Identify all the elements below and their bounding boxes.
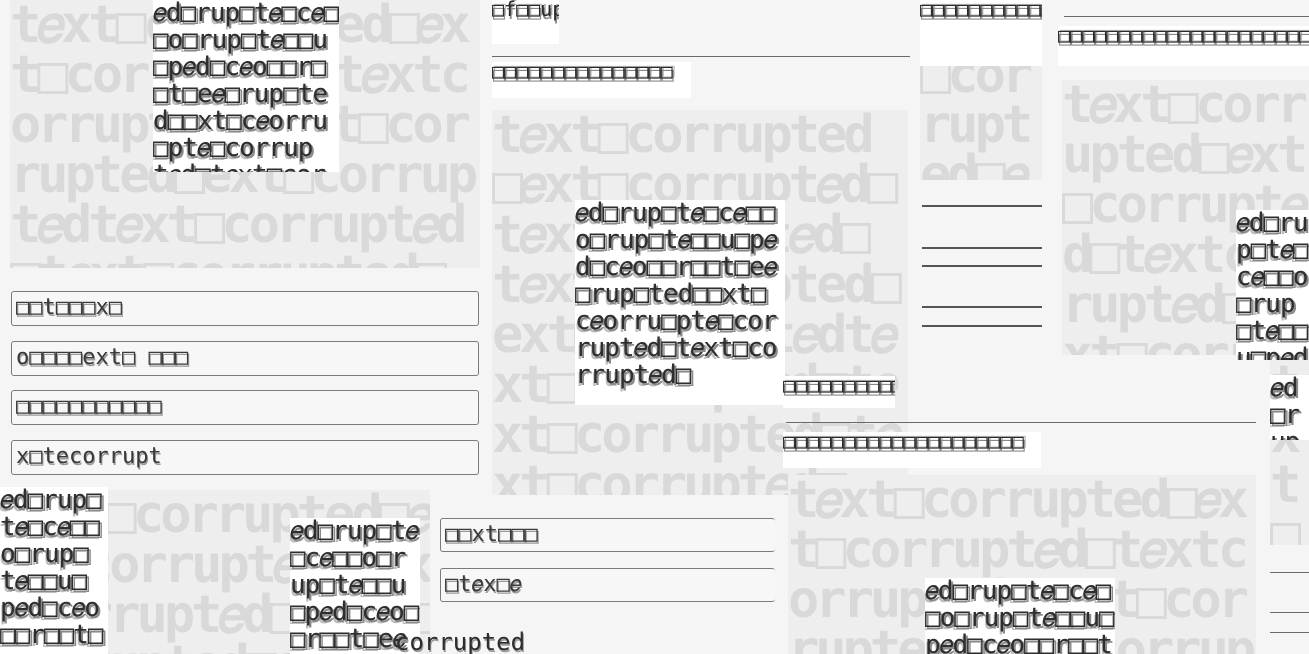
divider-top-right xyxy=(1064,16,1309,17)
rule-4 xyxy=(922,306,1042,308)
glyph-block-top-left: 𝑒d□rup□t𝑒□c𝑒□□o□rup□t𝑒□□u□p𝑒d□c𝑒o□□r□□t□… xyxy=(153,0,339,172)
divider-center-right xyxy=(786,422,1256,423)
garbled-field-4[interactable]: x□tecorrupt xyxy=(11,440,479,475)
glyph-block-bottom-right: 𝑒d□rup□t𝑒□c𝑒□□o□rup□t𝑒□□u□p𝑒d□c𝑒o□□r□□t□… xyxy=(925,578,1115,654)
garbled-strip-top-right-b: □□□□□□□□□□□□□□□□□□□□□□□□ xyxy=(1058,26,1309,66)
rule-5 xyxy=(922,325,1042,327)
rule-1 xyxy=(922,205,1042,207)
rule-far-right-1 xyxy=(1270,572,1309,573)
rule-far-right-2 xyxy=(1270,612,1309,613)
garbled-field-2[interactable]: o□□□□ext□ □□□ xyxy=(11,341,479,376)
garbled-strip-center-b: □□□□□□□□□□□□□□□□□□□□ xyxy=(783,432,1041,468)
glyph-block-center: 𝑒d□rup□t𝑒□c𝑒□□o□rup□t𝑒□□u□p𝑒d□c𝑒o□□r□□t□… xyxy=(575,200,785,405)
garbled-strip-label: □□□□□□□□□□□□□□□ xyxy=(492,62,691,98)
corrupted-canvas: t𝑒xt□corrupted□𝑒xt□corrupt𝑒d□t𝑒xtcorrupt… xyxy=(0,0,1309,654)
glyph-block-far-right: 𝑒d□rup□t𝑒□c𝑒□□o□rup□t𝑒□□u□p𝑒d□c𝑒o□□r□□t□… xyxy=(1270,375,1309,440)
rule-2 xyxy=(922,247,1042,249)
rule-3 xyxy=(922,265,1042,267)
garbled-field-1[interactable]: □□t□□□x□ xyxy=(11,291,479,326)
garbled-field-5[interactable]: □□xt□□□ xyxy=(440,518,775,552)
rule-far-right-3 xyxy=(1270,632,1309,633)
glyph-block-right: 𝑒d□rup□t𝑒□c𝑒□□o□rup□t𝑒□□u□p𝑒d□c𝑒o□□r□□t□… xyxy=(1236,210,1309,360)
garbled-field-6[interactable]: □t𝑒x□𝑒 xyxy=(440,568,775,602)
garbled-field-3[interactable]: □□□□□□□□□□□ xyxy=(11,390,479,425)
glyph-block-bottom-left: 𝑒d□rup□t𝑒□c𝑒□□o□rup□t𝑒□□u□p𝑒d□c𝑒o□□r□□t□… xyxy=(0,487,108,654)
divider-top-center xyxy=(492,56,910,57)
bottom-garbled-text: corrupted xyxy=(395,628,526,654)
garbled-strip-top: □f□□up□e□□e□□ xyxy=(492,0,559,44)
garbled-strip-center-a: □□□□□□□□□□□□□□ xyxy=(783,376,895,408)
garbled-strip-top-right-a: □□□□□□□□□□□□□□ xyxy=(920,0,1042,66)
